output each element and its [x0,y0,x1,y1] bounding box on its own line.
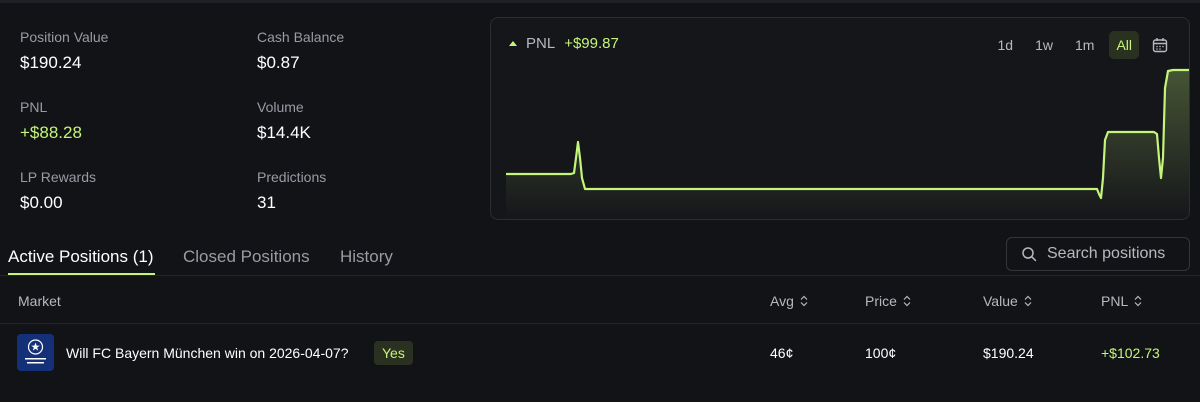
range-1d-button[interactable]: 1d [991,31,1021,59]
pnl-area [506,70,1189,219]
pnl-header: PNL +$99.87 [509,35,619,52]
column-header-market: Market [18,292,61,310]
column-header-label: Avg [770,293,794,309]
column-header-price[interactable]: Price [865,292,911,310]
stat-label: Position Value [20,29,109,45]
top-divider [0,0,1200,3]
calendar-icon [1152,38,1168,53]
column-header-pnl[interactable]: PNL [1101,292,1142,310]
pnl-cell: +$102.73 [1101,345,1160,361]
column-header-label: Value [983,293,1018,309]
column-header-avg[interactable]: Avg [770,292,808,310]
range-all-button[interactable]: All [1109,31,1139,59]
sort-icon [1024,295,1032,307]
stat-predictions: Predictions 31 [257,168,326,214]
market-title[interactable]: Will FC Bayern München win on 2026-04-07… [66,344,348,362]
tabs-divider [0,275,1200,276]
search-icon [1022,247,1037,262]
tab-active-positions[interactable]: Active Positions (1) [8,246,154,268]
stat-value: $190.24 [20,53,82,72]
avg-cell: 46¢ [770,345,794,361]
range-selector: 1d 1w 1m All [983,31,1174,59]
value-cell: $190.24 [983,345,1034,361]
champions-league-icon [17,334,54,371]
stat-value: $0.87 [257,53,300,72]
column-header-label: Price [865,293,897,309]
calendar-button[interactable] [1147,32,1173,58]
stat-value: $0.00 [20,193,63,212]
pnl-chart-value: +$99.87 [564,35,619,52]
search-input[interactable] [1047,245,1187,263]
stat-position-value: Position Value $190.24 [20,28,108,74]
champions-league-logo-icon [17,334,54,371]
outcome-badge: Yes [374,341,413,365]
stat-cash-balance: Cash Balance $0.87 [257,28,344,74]
search-box[interactable] [1006,237,1190,271]
range-1w-button[interactable]: 1w [1028,31,1060,59]
stat-label: PNL [20,99,48,115]
stat-lp-rewards: LP Rewards $0.00 [20,168,96,214]
stat-pnl: PNL +$88.28 [20,98,82,144]
range-1m-button[interactable]: 1m [1068,31,1101,59]
table-header-divider [0,323,1200,324]
stat-label: Predictions [257,169,327,185]
sort-icon [1134,295,1142,307]
pnl-chart-label: PNL [526,35,556,52]
stat-value: 31 [257,193,276,212]
sort-icon [800,295,808,307]
sort-icon [903,295,911,307]
stat-value: +$88.28 [20,123,82,142]
stat-volume: Volume $14.4K [257,98,311,144]
column-header-label: Market [18,293,61,309]
column-header-value[interactable]: Value [983,292,1032,310]
tab-closed-positions[interactable]: Closed Positions [183,246,310,268]
stat-value: $14.4K [257,123,311,142]
price-cell: 100¢ [865,345,897,361]
stat-label: Volume [257,99,304,115]
portfolio-page: Position Value $190.24 Cash Balance $0.8… [0,0,1200,402]
tab-history[interactable]: History [340,246,393,268]
stat-label: Cash Balance [257,29,345,45]
pnl-line [506,68,1189,200]
pnl-chart-card: PNL +$99.87 1d 1w 1m All [490,17,1190,220]
caret-up-icon [509,41,517,46]
column-header-label: PNL [1101,293,1129,309]
stat-label: LP Rewards [20,169,97,185]
